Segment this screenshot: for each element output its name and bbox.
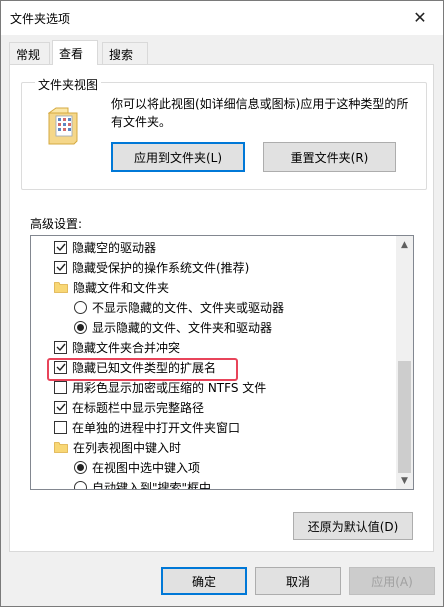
- tab-general[interactable]: 常规: [9, 42, 50, 64]
- title-bar: 文件夹选项 ✕: [1, 1, 443, 35]
- checkbox-icon[interactable]: [54, 260, 67, 274]
- setting-label: 在视图中选中键入项: [92, 460, 201, 475]
- setting-row[interactable]: 在单独的进程中打开文件夹窗口: [31, 417, 397, 437]
- radio-icon[interactable]: [74, 460, 87, 474]
- setting-row[interactable]: 隐藏文件和文件夹: [31, 277, 397, 297]
- window-title: 文件夹选项: [10, 12, 71, 26]
- folder-views-description: 你可以将此视图(如详细信息或图标)应用于这种类型的所有文件夹。: [111, 97, 409, 129]
- restore-defaults-button[interactable]: 还原为默认值(D): [293, 512, 413, 540]
- checkbox-icon[interactable]: [54, 240, 67, 254]
- setting-label: 隐藏空的驱动器: [72, 240, 157, 255]
- scroll-up-icon[interactable]: ▲: [396, 236, 413, 253]
- close-icon: ✕: [413, 7, 427, 27]
- folder-view-icon: [48, 107, 78, 145]
- setting-row[interactable]: 不显示隐藏的文件、文件夹或驱动器: [31, 297, 397, 317]
- setting-row[interactable]: 自动键入到"搜索"框中: [31, 477, 397, 490]
- ok-button[interactable]: 确定: [161, 567, 247, 595]
- setting-label: 自动键入到"搜索"框中: [92, 480, 212, 490]
- advanced-settings-label: 高级设置:: [30, 217, 83, 231]
- setting-row[interactable]: 在标题栏中显示完整路径: [31, 397, 397, 417]
- tab-view[interactable]: 查看: [52, 40, 98, 65]
- radio-icon[interactable]: [74, 320, 87, 334]
- setting-row[interactable]: 显示隐藏的文件、文件夹和驱动器: [31, 317, 397, 337]
- checkbox-icon[interactable]: [54, 380, 67, 394]
- setting-row[interactable]: 在列表视图中键入时: [31, 437, 397, 457]
- checkbox-icon[interactable]: [54, 400, 67, 414]
- setting-label: 隐藏受保护的操作系统文件(推荐): [72, 260, 250, 275]
- checkbox-icon[interactable]: [54, 420, 67, 434]
- tab-search[interactable]: 搜索: [102, 42, 148, 64]
- cancel-button[interactable]: 取消: [255, 567, 341, 595]
- folder-icon: [54, 281, 73, 293]
- apply-to-folders-button[interactable]: 应用到文件夹(L): [111, 142, 245, 172]
- setting-label: 在单独的进程中打开文件夹窗口: [72, 420, 241, 435]
- folder-icon: [54, 441, 73, 453]
- apply-button[interactable]: 应用(A): [349, 567, 435, 595]
- setting-label: 隐藏文件和文件夹: [73, 280, 170, 295]
- close-button[interactable]: ✕: [397, 1, 443, 33]
- hide-extensions-highlight: [47, 358, 238, 381]
- radio-icon[interactable]: [74, 300, 87, 314]
- setting-row[interactable]: 在视图中选中键入项: [31, 457, 397, 477]
- setting-row[interactable]: 隐藏空的驱动器: [31, 237, 397, 257]
- radio-icon[interactable]: [74, 480, 87, 489]
- setting-label: 显示隐藏的文件、文件夹和驱动器: [92, 320, 273, 335]
- setting-row[interactable]: 隐藏文件夹合并冲突: [31, 337, 397, 357]
- setting-label: 在标题栏中显示完整路径: [72, 400, 205, 415]
- scroll-thumb[interactable]: [398, 361, 411, 473]
- setting-row[interactable]: 隐藏受保护的操作系统文件(推荐): [31, 257, 397, 277]
- checkbox-icon[interactable]: [54, 340, 67, 354]
- folder-views-legend: 文件夹视图: [35, 76, 102, 93]
- reset-folders-button[interactable]: 重置文件夹(R): [263, 142, 396, 172]
- advanced-settings-scrollbar[interactable]: ▲ ▼: [396, 236, 413, 489]
- setting-label: 用彩色显示加密或压缩的 NTFS 文件: [72, 380, 267, 395]
- setting-label: 不显示隐藏的文件、文件夹或驱动器: [92, 300, 285, 315]
- scroll-down-icon[interactable]: ▼: [396, 472, 413, 489]
- setting-label: 隐藏文件夹合并冲突: [72, 340, 181, 355]
- setting-label: 在列表视图中键入时: [73, 440, 182, 455]
